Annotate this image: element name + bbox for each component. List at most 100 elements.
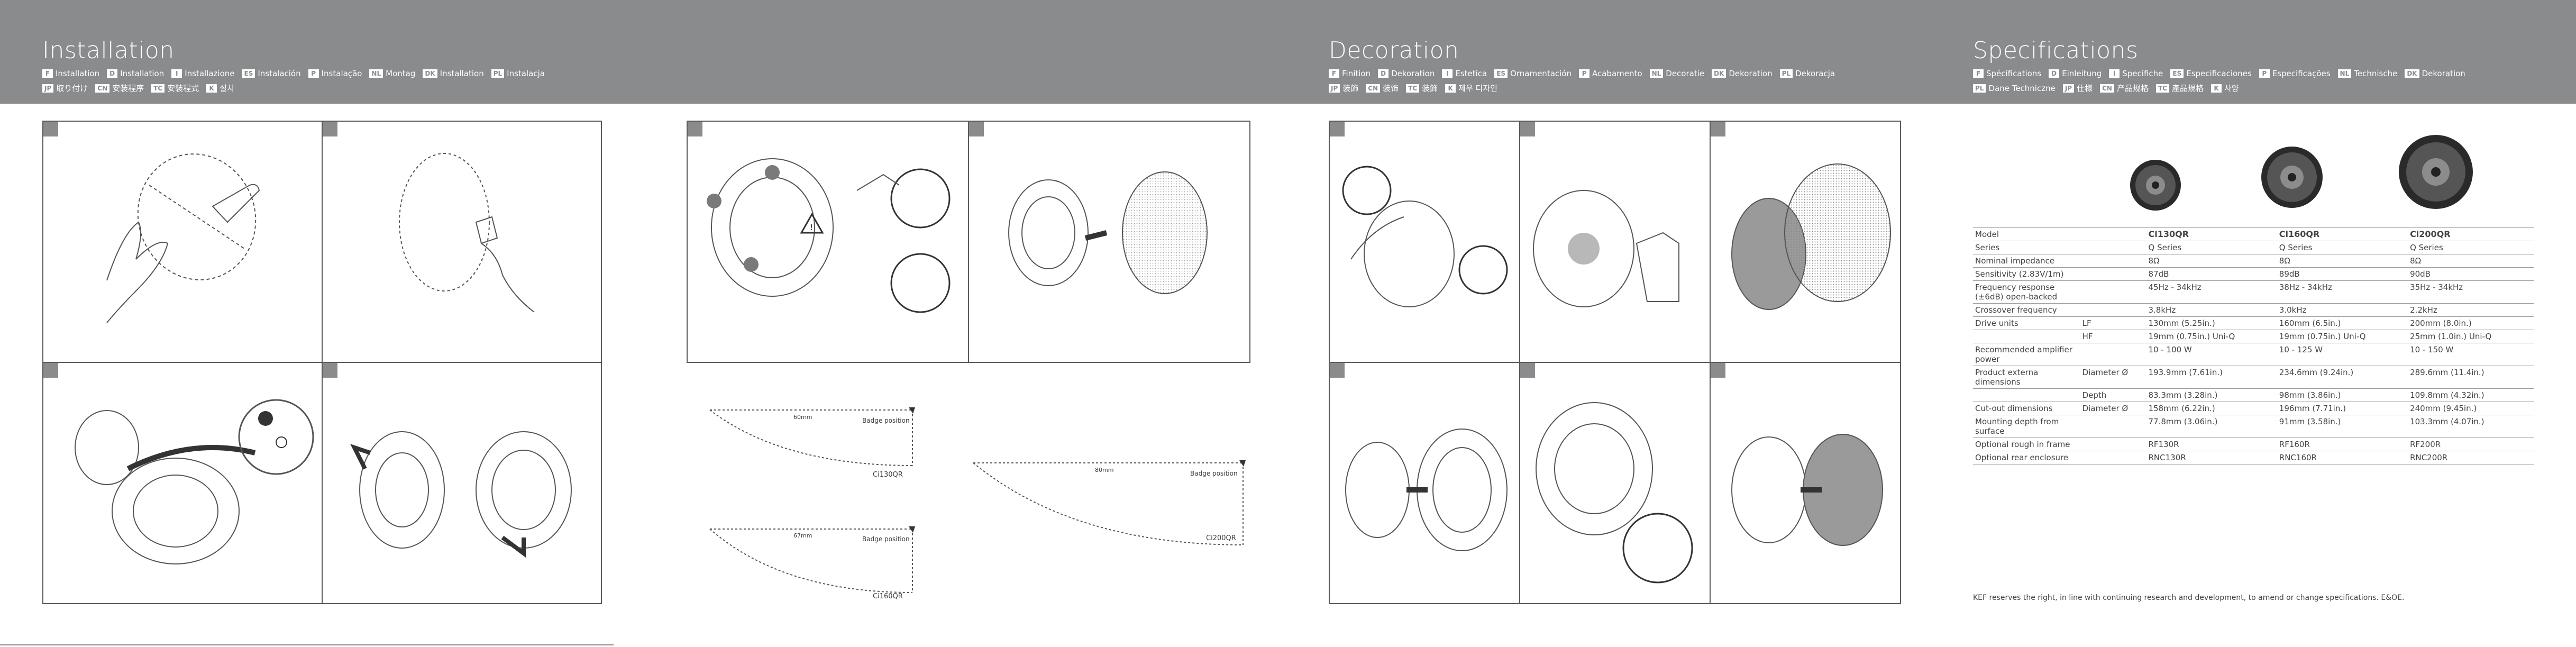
language-label: Technische xyxy=(2354,69,2398,78)
installation-step-4 xyxy=(322,362,602,604)
spec-row: Nominal impedance 8Ω 8Ω 8Ω xyxy=(1973,254,2534,268)
language-label: 설치 xyxy=(220,84,234,93)
spec-value: RF130R xyxy=(2146,438,2277,451)
language-item: CN 安装程序 xyxy=(95,81,144,95)
language-label: Dekoracja xyxy=(1795,69,1835,78)
spec-value: 38Hz - 34kHz xyxy=(2277,280,2408,304)
language-item: PL Dane Techniczne xyxy=(1973,81,2056,95)
footnote: KEF reserves the right, in line with con… xyxy=(1973,594,2405,602)
spec-row: Cut-out dimensions Diameter Ø 158mm (6.22i… xyxy=(1973,402,2534,415)
spec-value: Ci130QR xyxy=(2146,227,2277,241)
language-item: DK Dekoration xyxy=(2405,67,2465,80)
language-item: K 제우 디자인 xyxy=(1445,81,1497,95)
spec-value: 2.2kHz xyxy=(2408,303,2534,317)
language-item: CN 装饰 xyxy=(1366,81,1399,95)
language-label: Einleitung xyxy=(2062,69,2102,78)
spec-row: Depth 83.3mm (3.28in.) 98mm (3.86in.) 109.8… xyxy=(1973,388,2534,402)
language-item: ES Ornamentación xyxy=(1494,67,1572,80)
installation-lang-row-1: F Installation D Installation I Installazione… xyxy=(42,67,552,81)
speaker-ci160-image xyxy=(2261,147,2323,208)
language-label: 사양 xyxy=(2224,84,2239,93)
spec-sublabel xyxy=(2080,343,2146,366)
spec-sublabel: HF xyxy=(2080,330,2146,343)
language-code-badge: NL xyxy=(369,69,383,78)
template-3-badge: Badge position xyxy=(1190,470,1238,477)
spec-sublabel xyxy=(2080,415,2146,438)
language-code-badge: TC xyxy=(151,84,165,93)
language-code-badge: ES xyxy=(242,69,255,78)
spec-value: 19mm (0.75in.) Uni-Q xyxy=(2146,330,2277,343)
badge-template-ci200: 80mm Badge position Ci200QR xyxy=(968,455,1254,561)
wiring-illustration xyxy=(75,399,314,564)
installation-languages: F Installation D Installation I Installazione… xyxy=(42,67,552,96)
decoration-step-5 xyxy=(1519,362,1711,604)
template-2-model: Ci160QR xyxy=(873,593,903,600)
language-code-badge: DK xyxy=(2405,69,2419,78)
language-label: Installation xyxy=(120,69,165,78)
spec-value: RNC160R xyxy=(2277,451,2408,464)
spec-row: Sensitivity (2.83V/1m) 87dB 89dB 90dB xyxy=(1973,267,2534,281)
template-1-dim: 60mm xyxy=(793,414,812,421)
language-code-badge: F xyxy=(1973,69,1984,78)
spec-value: 289.6mm (11.4in.) xyxy=(2408,366,2534,389)
spec-row: Drive units LF 130mm (5.25in.) 160mm (6.5in… xyxy=(1973,316,2534,330)
spec-sublabel xyxy=(2080,254,2146,268)
template-2-badge: Badge position xyxy=(862,535,910,543)
installation-step-1 xyxy=(42,121,323,363)
language-item: D Dekoration xyxy=(1378,67,1435,80)
spec-label: Nominal impedance xyxy=(1973,254,2080,268)
badge-templates: 60mm Badge position Ci130QR 67mm Badge p… xyxy=(704,402,926,603)
remove-grille-illustration xyxy=(1342,166,1508,307)
spec-row: Recommended amplifier power 10 - 100 W 10 … xyxy=(1973,343,2534,366)
spec-sublabel xyxy=(2080,303,2146,317)
spec-label xyxy=(1973,388,2080,402)
spec-value: 158mm (6.22in.) xyxy=(2146,402,2277,415)
spec-sublabel xyxy=(2080,451,2146,464)
specifications-lang-row-2: PL Dane Techniczne JP 仕様 CN 产品规格 TC 產品規格 K 사양 xyxy=(1973,81,2473,96)
decoration-step-1 xyxy=(1329,121,1520,363)
language-item: TC 安裝程式 xyxy=(151,81,199,95)
language-item: I Installazione xyxy=(171,67,235,80)
spec-value: 3.0kHz xyxy=(2277,303,2408,317)
installation-step-2 xyxy=(322,121,602,363)
spec-sublabel xyxy=(2080,227,2146,241)
installation-step-6 xyxy=(968,121,1250,363)
language-label: 安装程序 xyxy=(112,84,144,93)
language-label: Installazione xyxy=(185,69,235,78)
spec-value: 3.8kHz xyxy=(2146,303,2277,317)
language-label: 产品规格 xyxy=(2116,84,2149,93)
language-code-badge: PL xyxy=(491,69,505,78)
language-item: CN 产品规格 xyxy=(2100,81,2149,95)
spec-value: RF200R xyxy=(2408,438,2534,451)
language-label: Especificações xyxy=(2272,69,2331,78)
language-item: I Estetica xyxy=(1442,67,1487,80)
spec-row: Optional rear enclosure RNC130R RNC160R RNC… xyxy=(1973,451,2534,464)
spec-value: 89dB xyxy=(2277,267,2408,281)
language-item: TC 產品規格 xyxy=(2155,81,2204,95)
spec-value: 98mm (3.86in.) xyxy=(2277,388,2408,402)
spec-value: 103.3mm (4.07in.) xyxy=(2408,415,2534,438)
language-item: ES Instalación xyxy=(242,67,301,80)
spray-paint-illustration xyxy=(1533,190,1679,307)
spec-label: Optional rear enclosure xyxy=(1973,451,2080,464)
cut-circle-illustration xyxy=(399,153,535,313)
language-code-badge: CN xyxy=(2100,84,2114,93)
language-item: DK Dekoration xyxy=(1712,67,1773,80)
template-3-model: Ci200QR xyxy=(1206,534,1236,542)
language-label: 装饰 xyxy=(1383,84,1399,93)
spec-sublabel xyxy=(2080,267,2146,281)
decoration-step-6 xyxy=(1710,362,1901,604)
speaker-and-ring-illustration xyxy=(1345,429,1508,551)
spec-value: RF160R xyxy=(2277,438,2408,451)
spec-label: Cut-out dimensions xyxy=(1973,402,2080,415)
specifications-title: Specifications xyxy=(1973,37,2139,64)
language-label: Montag xyxy=(386,69,416,78)
language-code-badge: K xyxy=(1445,84,1456,93)
decoration-step-2 xyxy=(1519,121,1711,363)
template-3-dim: 80mm xyxy=(1095,467,1114,473)
decoration-title: Decoration xyxy=(1329,37,1459,64)
spec-value: RNC130R xyxy=(2146,451,2277,464)
language-item: K 사양 xyxy=(2211,81,2239,95)
template-1-model: Ci130QR xyxy=(873,471,903,479)
spec-table-body: Model Ci130QR Ci160QR Ci200QR Series Q Series… xyxy=(1973,227,2534,464)
